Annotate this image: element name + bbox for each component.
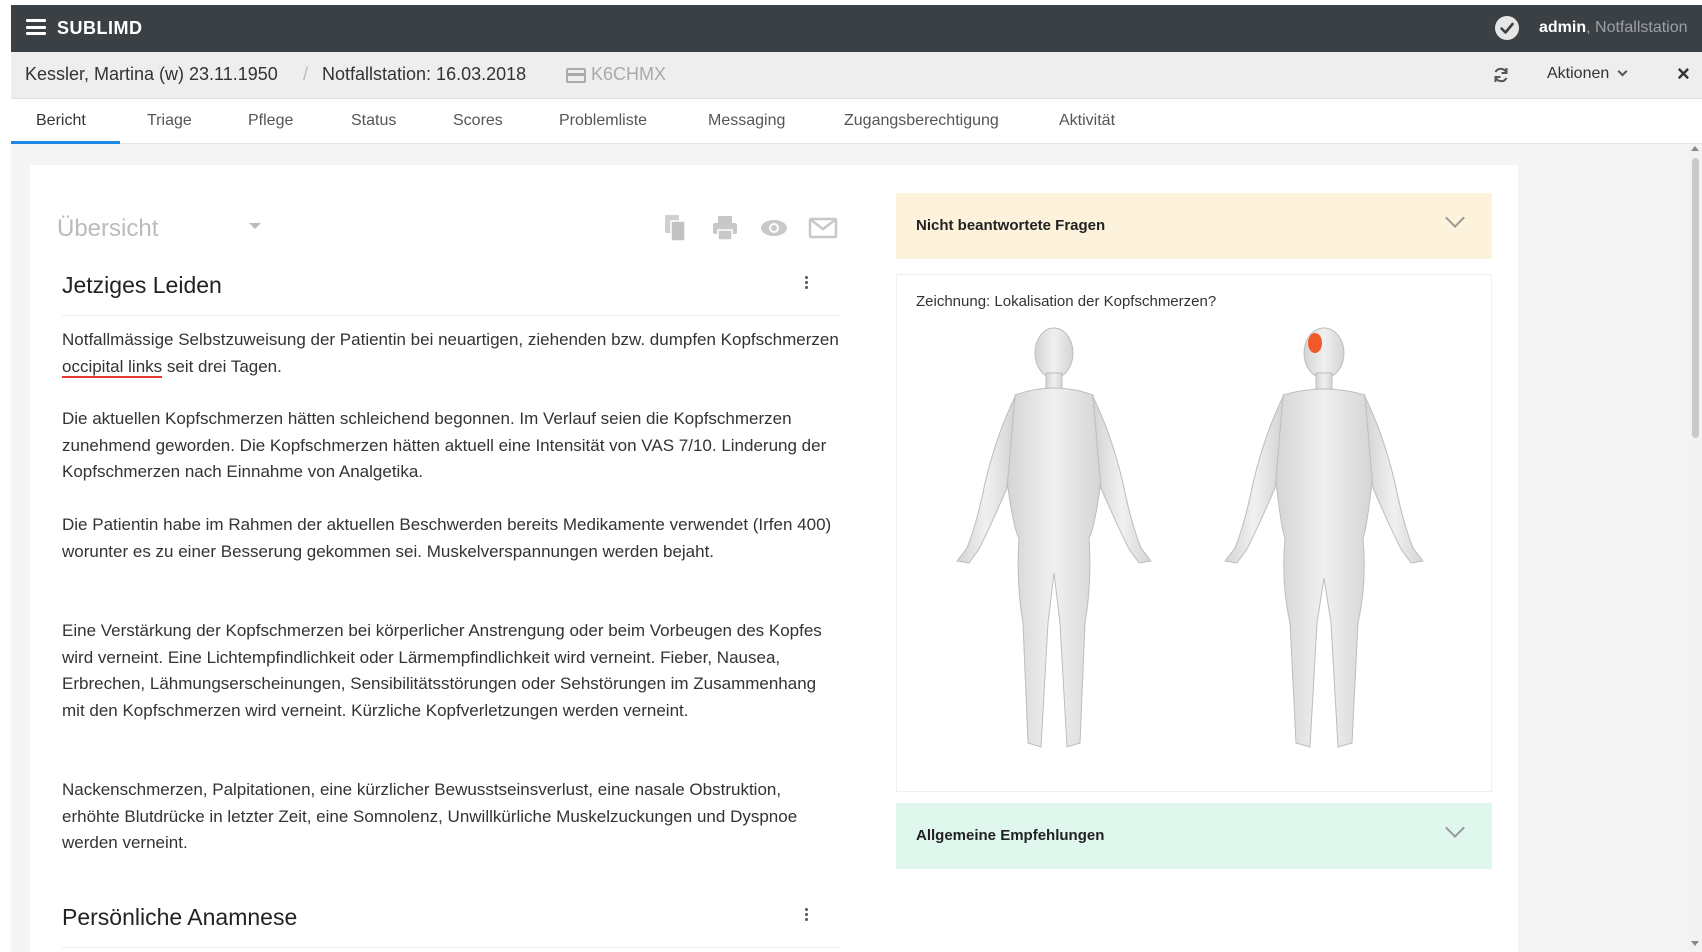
tab-aktivitaet[interactable]: Aktivität (1059, 112, 1115, 130)
body-back (1224, 327, 1424, 748)
highlighted-term[interactable]: occipital links (62, 356, 163, 378)
report-paragraph: Die aktuellen Kopfschmerzen hätten schle… (62, 409, 827, 481)
tab-messaging[interactable]: Messaging (708, 112, 785, 130)
view-selector[interactable]: Übersicht (57, 215, 158, 243)
chevron-down-icon[interactable] (249, 223, 261, 229)
id-card-icon (566, 68, 586, 83)
tab-bar: Bericht Triage Pflege Status Scores Prob… (11, 99, 1702, 144)
menu-icon[interactable] (26, 19, 46, 35)
section-persoenliche-anamnese: Persönliche Anamnese (62, 896, 840, 948)
eye-icon[interactable] (759, 213, 789, 243)
tab-triage[interactable]: Triage (147, 112, 192, 130)
drawing-question: Zeichnung: Lokalisation der Kopfschmerze… (916, 293, 1217, 310)
paragraph-text: seit drei Tagen. (162, 356, 282, 376)
tab-problemliste[interactable]: Problemliste (559, 112, 647, 130)
report-paragraph: Die Patientin habe im Rahmen der aktuell… (62, 515, 832, 561)
body-diagram[interactable] (897, 323, 1491, 791)
tab-bericht[interactable]: Bericht (36, 112, 86, 130)
report-paragraph: Notfallmässige Selbstzuweisung der Patie… (62, 327, 842, 380)
tab-zugangsberechtigung[interactable]: Zugangsberechtigung (844, 112, 999, 130)
section-jetziges-leiden: Jetziges Leiden (62, 264, 840, 316)
kebab-icon[interactable] (805, 276, 809, 291)
actions-label: Aktionen (1547, 65, 1610, 82)
patient-name: Kessler, Martina (w) 23.11.1950 (25, 64, 278, 84)
section-title: Persönliche Anamnese (62, 904, 298, 930)
panel-title: Nicht beantwortete Fragen (916, 217, 1106, 234)
user-menu[interactable]: admin, Notfallstation (1539, 19, 1688, 37)
report-toolbar: Übersicht (57, 213, 847, 249)
user-name: admin (1539, 19, 1587, 36)
print-icon[interactable] (710, 213, 740, 243)
kebab-icon[interactable] (805, 908, 809, 923)
pain-drawing-card: Zeichnung: Lokalisation der Kopfschmerze… (896, 274, 1492, 792)
tab-status[interactable]: Status (351, 112, 396, 130)
scrollbar-thumb[interactable] (1692, 158, 1699, 438)
paragraph-text: Notfallmässige Selbstzuweisung der Patie… (62, 330, 839, 349)
patient-station-date: Notfallstation: 16.03.2018 (322, 64, 527, 84)
refresh-icon[interactable] (1492, 66, 1510, 84)
user-separator: , (1586, 19, 1596, 36)
body-front (956, 327, 1152, 748)
check-circle-icon (1495, 16, 1519, 40)
breadcrumb-separator: / (303, 64, 309, 84)
panel-title: Allgemeine Empfehlungen (916, 827, 1105, 844)
patient-bar: Kessler, Martina (w) 23.11.1950 / Notfal… (11, 52, 1702, 99)
scrollbar[interactable] (1689, 144, 1702, 952)
report-paragraph: Nackenschmerzen, Palpitationen, eine kür… (62, 780, 798, 852)
scroll-up-arrow[interactable] (1691, 146, 1699, 151)
close-icon[interactable]: × (1677, 61, 1690, 87)
chevron-down-icon[interactable] (1445, 818, 1465, 838)
top-bar: SUBLIMD admin, Notfallstation (11, 5, 1702, 52)
scroll-down-arrow[interactable] (1691, 941, 1699, 946)
report-paragraph: Eine Verstärkung der Kopfschmerzen bei k… (62, 621, 822, 720)
unanswered-questions-panel[interactable]: Nicht beantwortete Fragen (896, 193, 1492, 259)
tab-pflege[interactable]: Pflege (248, 112, 293, 130)
patient-code: K6CHMX (591, 64, 667, 84)
pain-marker (1308, 333, 1322, 353)
user-station: Notfallstation (1595, 19, 1688, 36)
chevron-down-icon (1617, 66, 1628, 77)
chevron-down-icon[interactable] (1445, 208, 1465, 228)
recommendations-panel[interactable]: Allgemeine Empfehlungen (896, 803, 1492, 869)
mail-icon[interactable] (808, 213, 838, 243)
copy-icon[interactable] (661, 213, 691, 243)
actions-dropdown[interactable]: Aktionen (1547, 65, 1628, 83)
app-brand[interactable]: SUBLIMD (57, 18, 143, 39)
section-title: Jetziges Leiden (62, 272, 222, 298)
tab-scores[interactable]: Scores (453, 112, 503, 130)
